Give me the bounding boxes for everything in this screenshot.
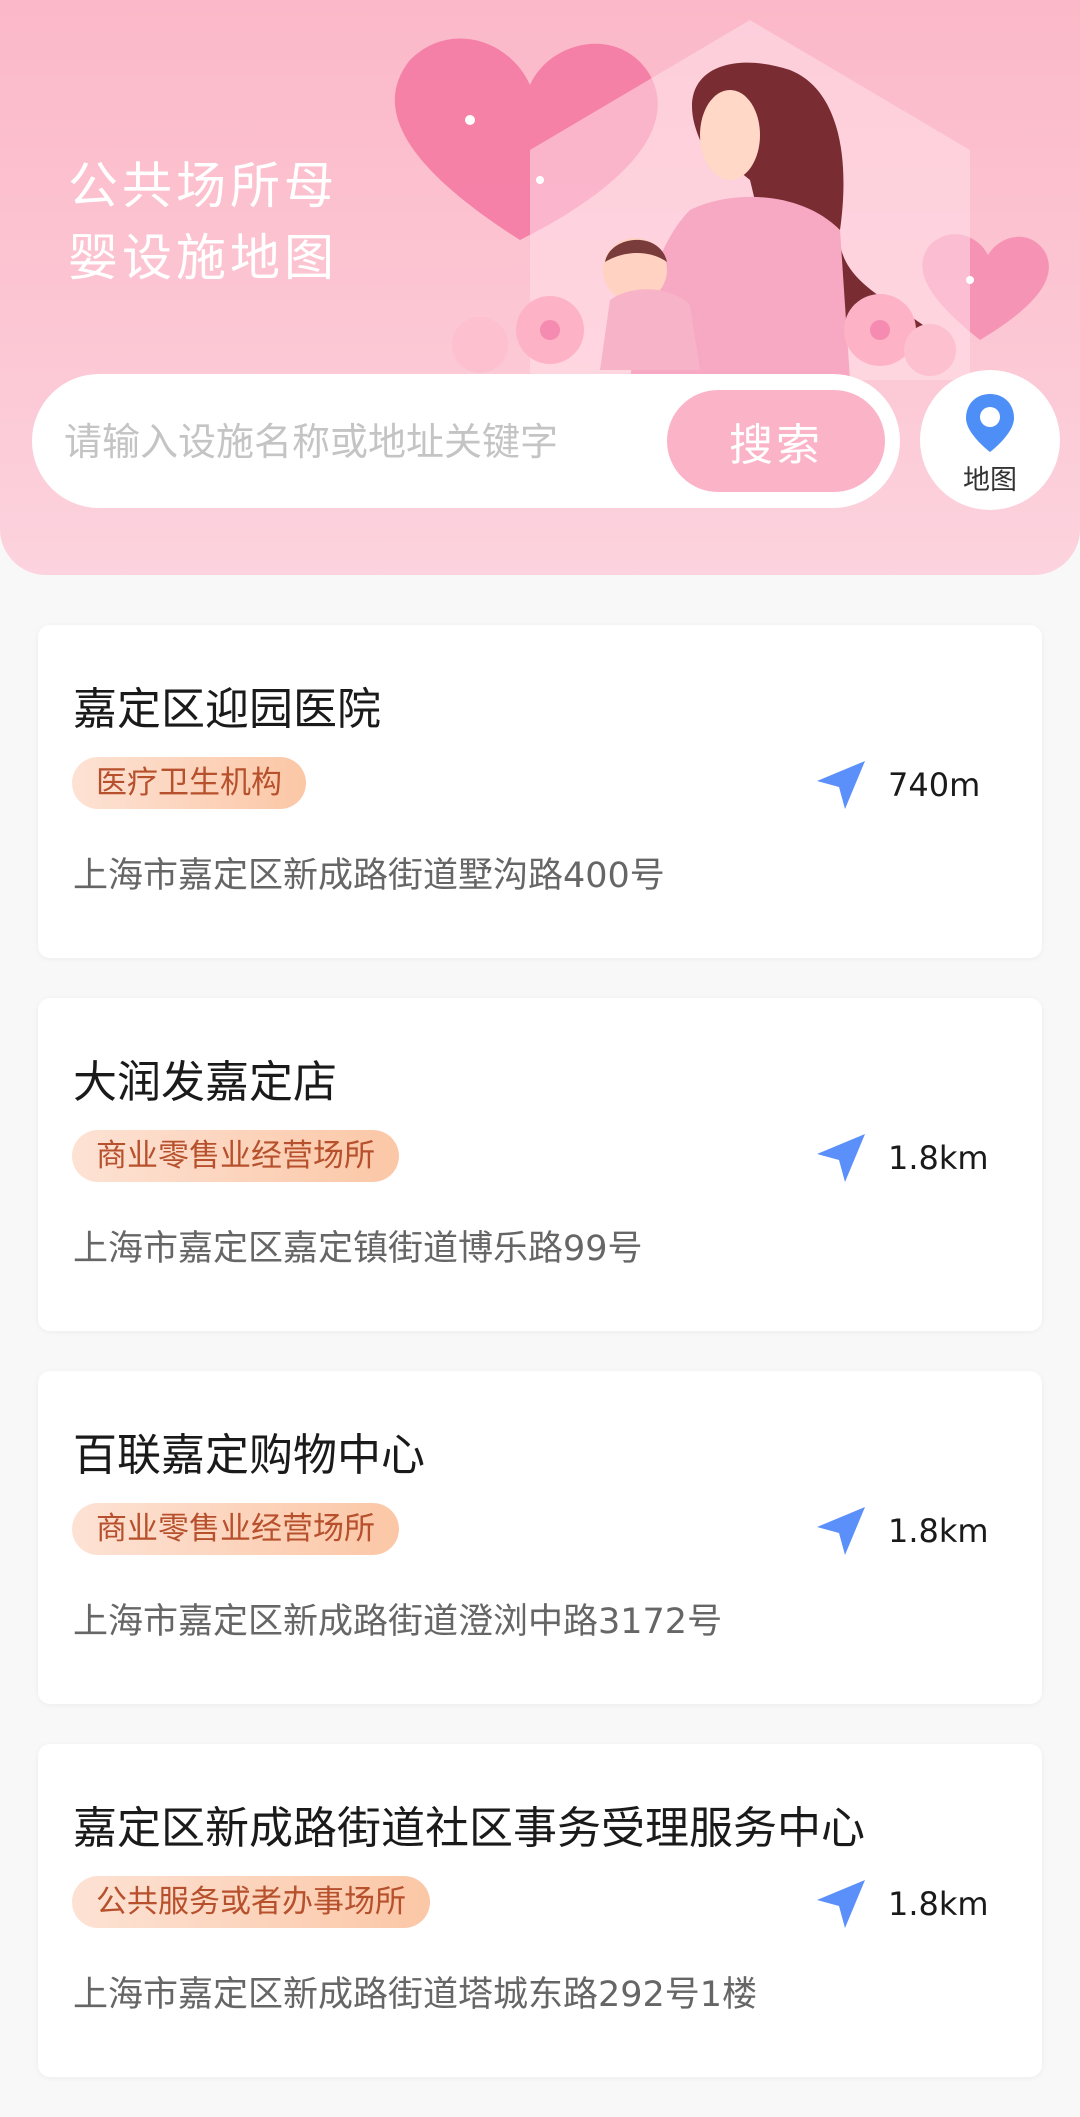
facility-card[interactable]: 嘉定区迎园医院 医疗卫生机构 740m 上海市嘉定区新成路街道墅沟路400号 [38,625,1042,958]
navigation-arrow-icon[interactable] [813,1130,869,1186]
facility-distance: 1.8km [888,1139,989,1177]
search-input[interactable] [62,401,666,483]
facility-address: 上海市嘉定区新成路街道墅沟路400号 [73,856,665,896]
navigation-arrow-icon[interactable] [813,757,869,813]
facility-category-tag: 公共服务或者办事场所 [72,1876,430,1928]
mother-baby-illustration [394,20,1049,380]
facility-distance: 740m [888,766,981,804]
facility-category-tag: 商业零售业经营场所 [72,1503,399,1555]
map-button-label: 地图 [963,465,1017,496]
facility-category-tag: 医疗卫生机构 [72,757,306,809]
page-title: 公共场所母 婴设施地图 [68,157,338,287]
facility-distance: 1.8km [888,1885,989,1923]
facility-name: 嘉定区迎园医院 [73,684,381,735]
location-pin-icon [966,394,1014,452]
facility-address: 上海市嘉定区新成路街道澄浏中路3172号 [73,1602,723,1642]
facility-card[interactable]: 嘉定区新成路街道社区事务受理服务中心 公共服务或者办事场所 1.8km 上海市嘉… [38,1744,1042,2077]
facility-name: 大润发嘉定店 [73,1057,337,1108]
map-button[interactable]: 地图 [920,370,1060,510]
search-button[interactable]: 搜索 [667,390,885,492]
facility-address: 上海市嘉定区嘉定镇街道博乐路99号 [73,1229,643,1269]
facility-name: 嘉定区新成路街道社区事务受理服务中心 [73,1803,865,1854]
navigation-arrow-icon[interactable] [813,1876,869,1932]
facility-category-tag: 商业零售业经营场所 [72,1130,399,1182]
facility-address: 上海市嘉定区新成路街道塔城东路292号1楼 [73,1975,758,2015]
facility-card[interactable]: 百联嘉定购物中心 商业零售业经营场所 1.8km 上海市嘉定区新成路街道澄浏中路… [38,1371,1042,1704]
facility-card[interactable]: 大润发嘉定店 商业零售业经营场所 1.8km 上海市嘉定区嘉定镇街道博乐路99号 [38,998,1042,1331]
navigation-arrow-icon[interactable] [813,1503,869,1559]
search-bar: 搜索 [32,374,900,508]
facility-name: 百联嘉定购物中心 [73,1430,425,1481]
facility-distance: 1.8km [888,1512,989,1550]
facility-list: 嘉定区迎园医院 医疗卫生机构 740m 上海市嘉定区新成路街道墅沟路400号 大… [38,625,1042,2117]
